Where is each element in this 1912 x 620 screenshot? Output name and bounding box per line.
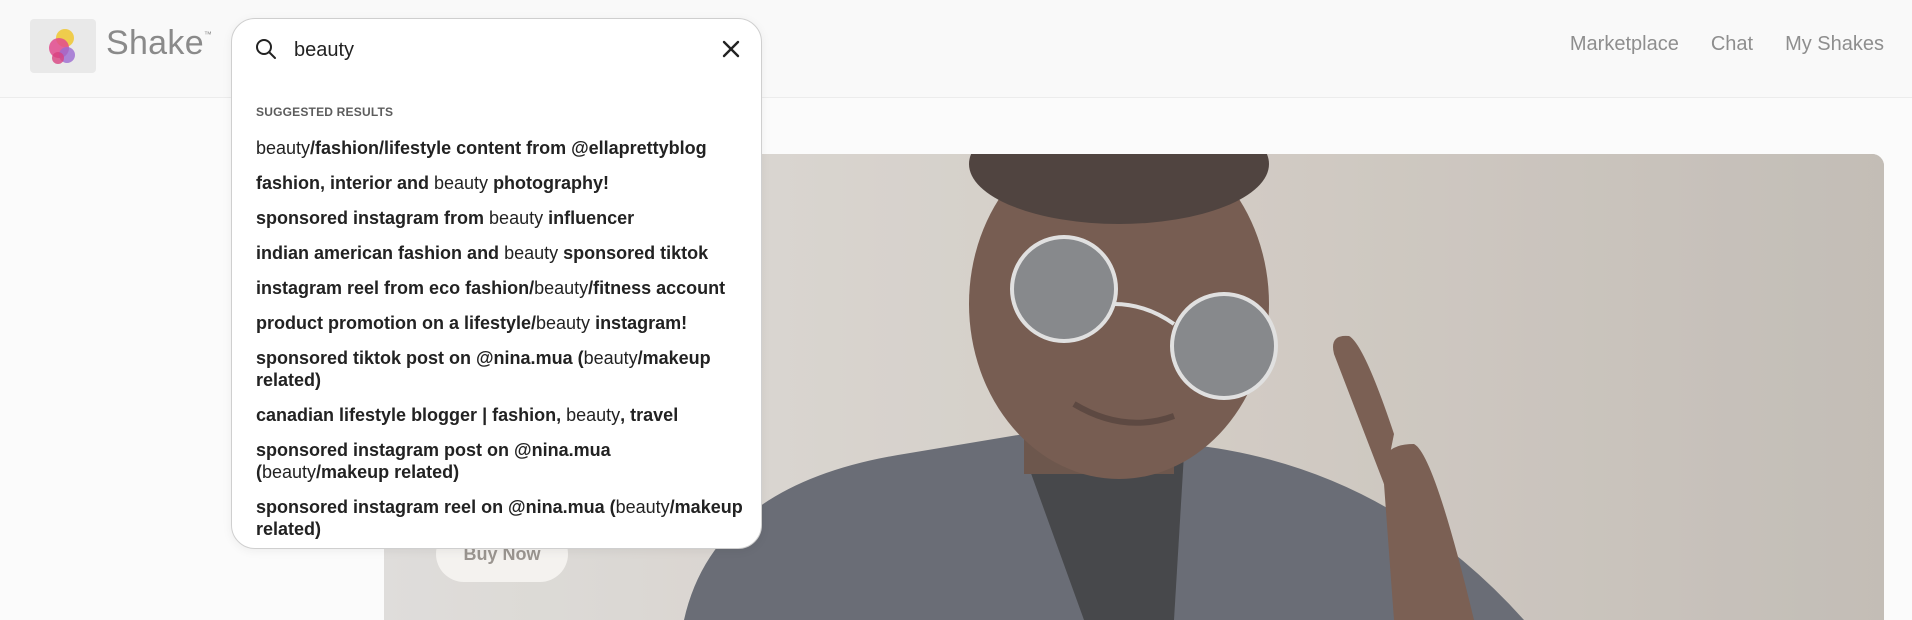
nav-chat[interactable]: Chat	[1711, 33, 1753, 56]
close-icon[interactable]	[719, 37, 743, 66]
suggestion-match-text: beauty	[566, 405, 621, 425]
suggestion-item[interactable]: beauty/fashion/lifestyle content from @e…	[256, 137, 746, 159]
search-icon	[254, 37, 278, 66]
suggestion-item[interactable]: product promotion on a lifestyle/beauty …	[256, 312, 746, 334]
suggestion-match-text: beauty	[583, 348, 638, 368]
suggestion-text: influencer	[543, 208, 635, 228]
suggestion-text: sponsored instagram from	[256, 208, 490, 228]
suggestion-text: , travel	[620, 405, 679, 425]
suggestion-text: fashion, interior and	[256, 173, 435, 193]
brand-name[interactable]: Shake™	[106, 24, 212, 63]
suggestion-match-text: beauty	[504, 243, 559, 263]
suggestion-text: sponsored instagram reel on @nina.mua (	[256, 497, 616, 517]
search-input[interactable]	[294, 35, 694, 65]
search-dropdown: SUGGESTED RESULTS beauty/fashion/lifesty…	[231, 18, 762, 549]
suggestion-text: product promotion on a lifestyle/	[256, 313, 537, 333]
suggestion-text: /makeup related)	[316, 462, 460, 482]
suggestion-item[interactable]: indian american fashion and beauty spons…	[256, 242, 746, 264]
shake-logo-icon[interactable]	[30, 19, 96, 73]
search-bar	[232, 19, 761, 79]
suggestion-item[interactable]: sponsored instagram reel on @nina.mua (b…	[256, 496, 746, 540]
suggestion-item[interactable]: sponsored tiktok post on @nina.mua (beau…	[256, 347, 746, 391]
suggestion-match-text: beauty	[615, 497, 670, 517]
suggestion-item[interactable]: fashion, interior and beauty photography…	[256, 172, 746, 194]
suggestion-list: beauty/fashion/lifestyle content from @e…	[256, 137, 746, 553]
suggestion-text: canadian lifestyle blogger | fashion,	[256, 405, 567, 425]
main-nav: Marketplace Chat My Shakes	[1570, 33, 1884, 56]
nav-my-shakes[interactable]: My Shakes	[1785, 33, 1884, 56]
suggestion-text: instagram!	[590, 313, 688, 333]
suggestion-match-text: beauty	[434, 173, 489, 193]
suggestion-match-text: beauty	[256, 138, 311, 158]
suggestion-text: sponsored tiktok post on @nina.mua (	[256, 348, 584, 368]
suggestion-text: instagram reel from eco fashion/	[256, 278, 535, 298]
suggestion-match-text: beauty	[534, 278, 589, 298]
suggestion-text: /fitness account	[588, 278, 726, 298]
nav-marketplace[interactable]: Marketplace	[1570, 33, 1679, 56]
suggestion-item[interactable]: canadian lifestyle blogger | fashion, be…	[256, 404, 746, 426]
suggestion-text: /fashion/lifestyle content from @ellapre…	[310, 138, 707, 158]
suggestion-item[interactable]: sponsored instagram post on @nina.mua (b…	[256, 439, 746, 483]
suggestion-match-text: beauty	[489, 208, 544, 228]
suggestion-text: photography!	[488, 173, 610, 193]
suggestion-match-text: beauty	[262, 462, 317, 482]
suggested-results-label: SUGGESTED RESULTS	[256, 105, 394, 119]
suggestion-match-text: beauty	[536, 313, 591, 333]
suggestion-text: sponsored tiktok	[558, 243, 709, 263]
suggestion-item[interactable]: sponsored instagram from beauty influenc…	[256, 207, 746, 229]
suggestion-item[interactable]: instagram reel from eco fashion/beauty/f…	[256, 277, 746, 299]
suggestion-text: indian american fashion and	[256, 243, 505, 263]
